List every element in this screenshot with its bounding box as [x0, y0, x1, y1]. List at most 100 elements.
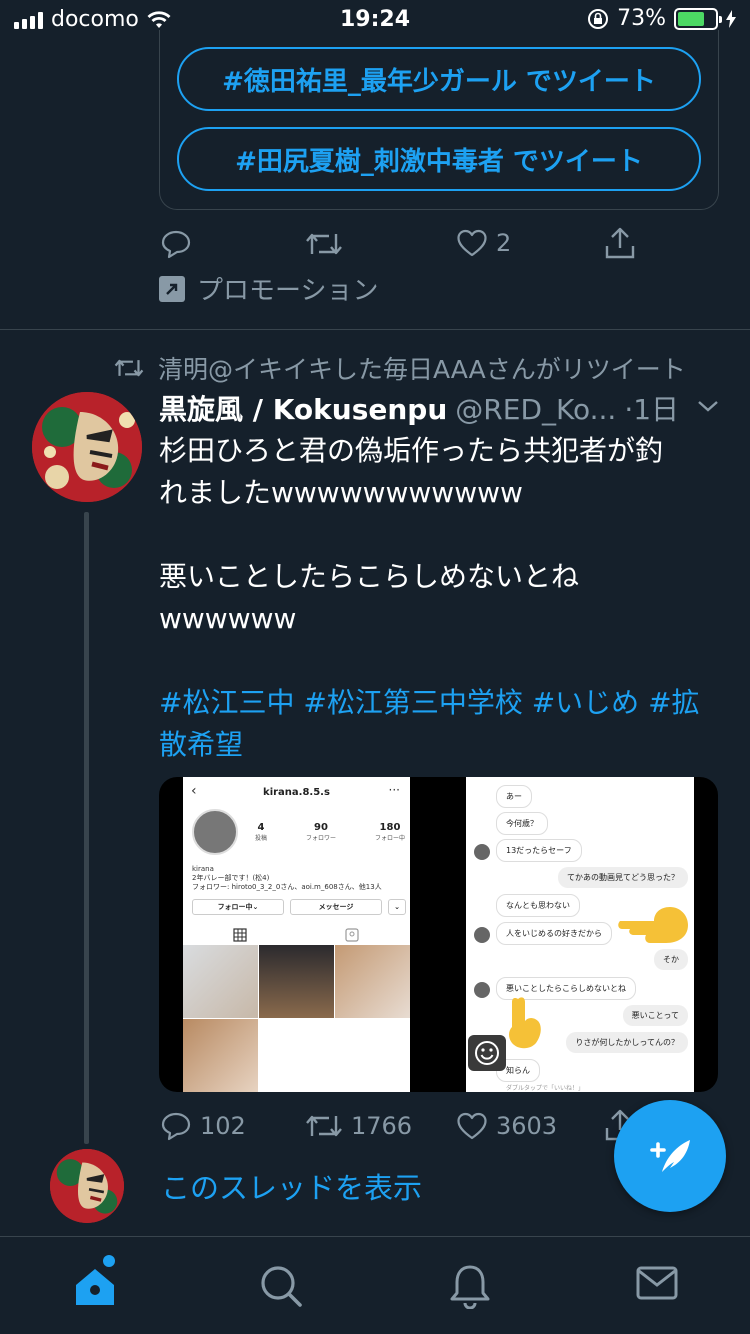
tweet-hashtag-button-1[interactable]: #徳田祐里_最年少ガール でツイート [177, 47, 701, 111]
tweet-time: ·1日 [624, 393, 680, 426]
divider [0, 329, 750, 330]
ig-buttons: フォロー中⌄ メッセージ ⌄ [192, 899, 406, 915]
ig-dropdown-icon: ⌄ [388, 899, 406, 915]
share-icon [604, 226, 636, 260]
battery-icon [674, 7, 722, 30]
ig-bio-name: kirana [192, 865, 214, 873]
tab-messages[interactable] [635, 1263, 679, 1303]
media-image-profile[interactable]: ‹ kirana.8.5.s ··· 4 投稿 90 フォロワー 180 フォロー中 … [183, 777, 410, 1092]
retweet-icon [305, 1110, 343, 1142]
user-handle[interactable]: @RED_Ko... [455, 393, 616, 426]
tweet-header: 黒旋風 / Kokusenpu @RED_Ko... ·1日 [159, 388, 679, 428]
like-button[interactable]: 3603 [456, 1111, 557, 1141]
chat-message: 今何歳？ [496, 812, 548, 835]
chat-message: 悪いことって [622, 1005, 688, 1026]
smiley-icon [474, 1040, 500, 1066]
tweet-text-line: wwwwww [159, 602, 297, 635]
reply-count: 102 [200, 1112, 246, 1140]
chat-message: 13だったらセーフ [496, 839, 582, 862]
ig-bio-line: 2年バレー部です！(松4) [192, 874, 270, 882]
retweeted-by[interactable]: 清明@イキイキした毎日AAAさんがリツイート [114, 350, 686, 386]
ig-photo [259, 945, 334, 1018]
more-icon: ··· [388, 783, 400, 797]
rotation-lock-icon [587, 8, 609, 30]
hashtags-line[interactable]: 散希望 [159, 724, 719, 766]
thread-line [84, 512, 89, 1144]
promo-like-button[interactable]: 2 [456, 228, 511, 258]
retweet-icon [305, 228, 343, 260]
retweet-count: 1766 [351, 1112, 413, 1140]
promo-like-count: 2 [496, 229, 512, 257]
thread-avatar[interactable] [50, 1149, 124, 1223]
chat-avatar [474, 927, 490, 943]
ig-followers-count: 90 [314, 822, 328, 833]
home-icon [72, 1263, 118, 1309]
chat-message: あー [496, 785, 532, 808]
battery-percent: 73% [617, 6, 666, 31]
promoted-text: プロモーション [197, 276, 379, 306]
promoted-icon [159, 275, 185, 302]
tweet-text-line: 杉田ひろと君の偽垢作ったら共犯者が釣 [159, 434, 664, 467]
tweet-text: 杉田ひろと君の偽垢作ったら共犯者が釣 れましたwwwwwwwwwww 悪いことし… [159, 430, 719, 766]
chat-footer: ダブルタップで「いいね！」 [506, 1085, 585, 1092]
tweet-text-line: れましたwwwwwwwwwww [159, 476, 523, 509]
hashtags-line[interactable]: #松江三中 #松江第三中学校 #いじめ #拡 [159, 682, 719, 724]
ig-username: kirana.8.5.s [263, 787, 330, 798]
grid-icon [233, 927, 247, 946]
chat-message: 人をいじめるの好きだから [496, 922, 612, 945]
charging-icon [726, 9, 736, 28]
compose-tweet-button[interactable] [614, 1100, 726, 1212]
retweet-button[interactable]: 1766 [305, 1110, 412, 1142]
retweet-icon [114, 355, 144, 381]
tab-home[interactable] [72, 1263, 118, 1309]
promo-retweet-button[interactable] [305, 228, 343, 260]
reply-icon [160, 1110, 192, 1142]
chat-avatar [474, 982, 490, 998]
ig-stats: 4 投稿 90 フォロワー 180 フォロー中 [255, 822, 405, 842]
ig-following-label: フォロー中 [374, 835, 405, 842]
promoted-card: #徳田祐里_最年少ガール でツイート #田尻夏樹_刺激中毒者 でツイート [159, 30, 719, 210]
ig-avatar [192, 809, 238, 855]
show-thread-link[interactable]: このスレッドを表示 [161, 1165, 422, 1207]
promoted-label: プロモーション [159, 270, 378, 307]
avatar[interactable] [32, 392, 142, 502]
tweet-hashtag-button-2[interactable]: #田尻夏樹_刺激中毒者 でツイート [177, 127, 701, 191]
tweet-menu-button[interactable] [696, 398, 720, 414]
display-name[interactable]: 黒旋風 / Kokusenpu [159, 388, 447, 428]
chat-message: そか [654, 949, 688, 970]
tweet-text-line: 悪いことしたらこらしめないとね [159, 560, 580, 593]
tab-bar [0, 1236, 750, 1334]
mail-icon [635, 1263, 679, 1303]
compose-feather-icon [642, 1128, 698, 1184]
tab-search[interactable] [258, 1263, 304, 1309]
ig-posts-count: 4 [257, 822, 265, 833]
tab-notifications[interactable] [448, 1263, 492, 1309]
ig-posts-label: 投稿 [255, 835, 268, 842]
pointing-up-hand-icon [502, 995, 546, 1055]
sticker-button[interactable] [468, 1035, 506, 1071]
pointing-left-hand-icon [616, 895, 692, 949]
ig-follow-button: フォロー中⌄ [192, 899, 284, 915]
status-right: 73% [587, 6, 736, 31]
tweet-media[interactable]: ‹ kirana.8.5.s ··· 4 投稿 90 フォロワー 180 フォロー中 … [159, 777, 718, 1092]
chat-message: てかあの動画見てどう思った？ [558, 867, 688, 888]
reply-button[interactable]: 102 [160, 1110, 246, 1142]
search-icon [258, 1263, 304, 1309]
ig-followers-label: フォロワー [305, 835, 336, 842]
tagged-icon [345, 927, 359, 946]
chat-avatar [474, 844, 490, 860]
retweeted-by-label: 清明@イキイキした毎日AAAさんがリツイート [158, 355, 686, 384]
ig-following-count: 180 [379, 822, 401, 833]
promo-share-button[interactable] [604, 226, 636, 260]
bell-icon [448, 1263, 492, 1309]
ig-message-button: メッセージ [290, 899, 382, 915]
ig-photo-grid [183, 945, 410, 1092]
like-count: 3603 [496, 1112, 558, 1140]
chat-message: なんとも思わない [496, 894, 580, 917]
promo-reply-button[interactable] [160, 228, 192, 260]
heart-icon [456, 1111, 488, 1141]
ig-photo [183, 1019, 258, 1092]
ig-bio: kirana 2年バレー部です！(松4) フォロワー: hiroto0_3_2_… [192, 865, 402, 892]
